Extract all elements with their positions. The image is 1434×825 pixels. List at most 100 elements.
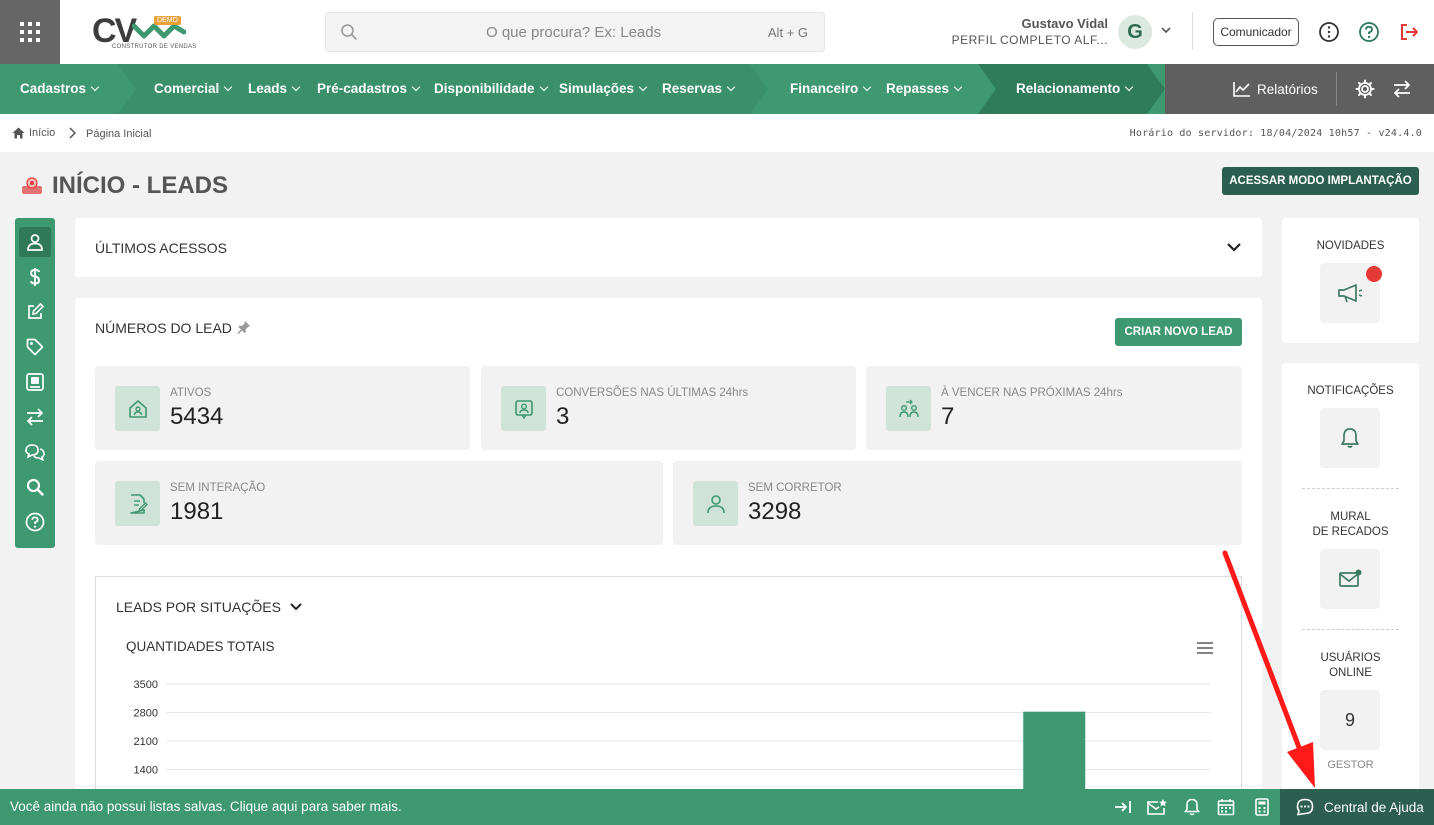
rail-dollar-icon[interactable]: [19, 262, 51, 292]
document-edit-icon: [115, 481, 160, 526]
users-swap-icon: [886, 386, 931, 431]
chevron-down-icon: [539, 82, 548, 92]
stat-label: À VENCER NAS PRÓXIMAS 24hrs: [941, 387, 1123, 399]
nav-leads[interactable]: Leads: [248, 81, 301, 96]
rail-chat-icon[interactable]: [19, 437, 51, 467]
swap-icon[interactable]: [1392, 80, 1412, 103]
top-header: CV DEMO CONSTRUTOR DE VENDAS O que procu…: [0, 0, 1434, 64]
stat-label: ATIVOS: [170, 387, 212, 399]
chevron-down-icon: [863, 82, 872, 92]
chevron-down-icon: [224, 82, 233, 92]
nav-financeiro[interactable]: Financeiro: [790, 81, 872, 96]
rail-user-icon[interactable]: [19, 227, 51, 257]
nav-simulacoes[interactable]: Simulações: [559, 81, 648, 96]
house-icon: [115, 386, 160, 431]
search-icon: [341, 24, 357, 40]
line-chart-icon: [1233, 82, 1250, 97]
stat-value: 7: [941, 403, 955, 430]
nav-label: Repasses: [886, 81, 950, 96]
chevron-down-icon: [1125, 82, 1134, 92]
breadcrumb-home[interactable]: Início: [12, 127, 55, 139]
wall-label: DE RECADOS: [1312, 526, 1389, 538]
leads-stamp-icon: [22, 177, 42, 194]
rail-help-icon[interactable]: [19, 507, 51, 537]
mail-star-icon[interactable]: [1146, 797, 1168, 817]
logout-icon[interactable]: [1397, 20, 1421, 44]
saved-lists-message[interactable]: Você ainda não possui listas salvas. Cli…: [10, 799, 402, 814]
global-search[interactable]: O que procura? Ex: Leads Alt + G: [325, 12, 825, 52]
bell-icon[interactable]: [1181, 797, 1203, 817]
user-name[interactable]: Gustavo Vidal: [1022, 16, 1108, 31]
divider: [1336, 72, 1337, 106]
chart-tick-label: 2800: [134, 708, 158, 720]
chevron-down-icon[interactable]: [1226, 241, 1242, 253]
avatar[interactable]: G: [1118, 15, 1152, 49]
rail-search-icon[interactable]: [19, 472, 51, 502]
reports-link[interactable]: Relatórios: [1233, 81, 1318, 97]
nav-label: Comercial: [154, 81, 220, 96]
stat-card[interactable]: SEM INTERAÇÃO 1981: [95, 461, 663, 545]
nav-label: Financeiro: [790, 81, 859, 96]
online-count[interactable]: 9: [1320, 690, 1380, 750]
create-lead-button[interactable]: CRIAR NOVO LEAD: [1115, 318, 1242, 346]
nav-comercial[interactable]: Comercial: [154, 81, 233, 96]
rail-stamp-icon[interactable]: [19, 367, 51, 397]
stat-label: CONVERSÕES NAS ÚLTIMAS 24hrs: [556, 387, 749, 399]
rail-edit-icon[interactable]: [19, 297, 51, 327]
stat-value: 5434: [170, 403, 224, 430]
communicator-button[interactable]: Comunicador: [1213, 18, 1299, 46]
nav-reservas[interactable]: Reservas: [662, 81, 736, 96]
online-label: ONLINE: [1329, 667, 1372, 679]
stat-value: 3: [556, 403, 570, 430]
chat-bubble-icon: [1296, 798, 1314, 816]
logo-subtitle: CONSTRUTOR DE VENDAS: [112, 44, 197, 50]
wall-label: MURAL: [1330, 511, 1371, 523]
help-center-label: Central de Ajuda: [1324, 799, 1424, 815]
help-center-button[interactable]: Central de Ajuda: [1280, 789, 1434, 825]
search-input[interactable]: O que procura? Ex: Leads: [486, 24, 661, 41]
wall-button[interactable]: [1320, 549, 1380, 609]
stat-card[interactable]: CONVERSÕES NAS ÚLTIMAS 24hrs 3: [481, 366, 856, 450]
divider: [1302, 488, 1399, 489]
apps-grid-icon[interactable]: [0, 0, 60, 64]
nav-pre-cadastros[interactable]: Pré-cadastros: [317, 81, 421, 96]
nav-relacionamento[interactable]: Relacionamento: [1016, 81, 1134, 96]
divider: [1302, 629, 1399, 630]
chevron-down-icon: [638, 82, 648, 92]
person-icon: [693, 481, 738, 526]
notifications-label: NOTIFICAÇÕES: [1307, 385, 1394, 397]
bar-chart: 3500 2800 2100 1400: [134, 679, 1211, 807]
info-icon[interactable]: [1317, 20, 1341, 44]
chevron-down-icon: [90, 82, 100, 92]
nav-disponibilidade[interactable]: Disponibilidade: [434, 81, 548, 96]
online-label: USUÁRIOS: [1320, 652, 1381, 664]
calendar-icon[interactable]: [1215, 797, 1237, 817]
help-circle-icon[interactable]: [1357, 20, 1381, 44]
user-profile[interactable]: PERFIL COMPLETO ALF...: [952, 33, 1108, 47]
collapse-right-icon[interactable]: [1112, 797, 1134, 817]
chart-tick-label: 2100: [134, 736, 158, 748]
nav-label: Reservas: [662, 81, 723, 96]
stat-card[interactable]: À VENCER NAS PRÓXIMAS 24hrs 7: [866, 366, 1242, 450]
chart-tick-label: 1400: [134, 765, 158, 777]
rail-transfer-icon[interactable]: [19, 402, 51, 432]
notification-dot: [1366, 266, 1382, 282]
implant-mode-button[interactable]: ACESSAR MODO IMPLANTAÇÃO: [1222, 167, 1419, 195]
stat-card[interactable]: SEM CORRETOR 3298: [673, 461, 1242, 545]
notifications-button[interactable]: [1320, 408, 1380, 468]
nav-repasses[interactable]: Repasses: [886, 81, 963, 96]
nav-label: Simulações: [559, 81, 635, 96]
nav-cadastros[interactable]: Cadastros: [20, 81, 100, 96]
chart-tick-label: 3500: [134, 679, 158, 691]
reports-label: Relatórios: [1257, 81, 1318, 97]
news-label: NOVIDADES: [1316, 240, 1385, 252]
stat-card[interactable]: ATIVOS 5434: [95, 366, 470, 450]
gear-icon[interactable]: [1355, 79, 1375, 104]
calculator-icon[interactable]: [1251, 797, 1273, 817]
chevron-down-icon[interactable]: [1160, 24, 1172, 36]
rail-tag-icon[interactable]: [19, 332, 51, 362]
last-access-panel[interactable]: ÚLTIMOS ACESSOS: [75, 218, 1262, 277]
left-icon-rail: [15, 218, 55, 548]
brand-logo[interactable]: CV DEMO CONSTRUTOR DE VENDAS: [92, 10, 196, 56]
pin-icon[interactable]: [237, 320, 251, 334]
